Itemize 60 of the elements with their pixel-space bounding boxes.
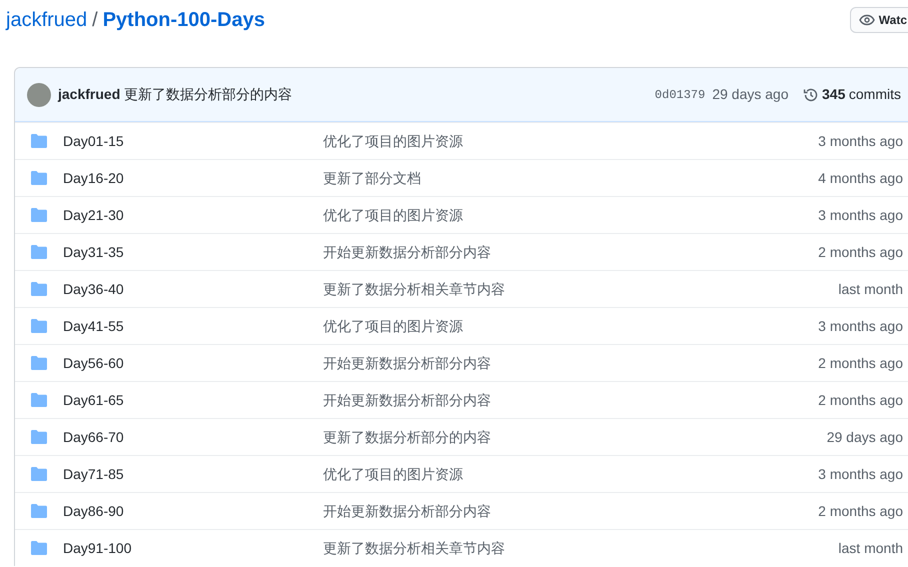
commit-message-link[interactable]: 更新了数据分析部分的内容 bbox=[124, 84, 292, 105]
folder-name-link[interactable]: Day86-90 bbox=[63, 500, 323, 522]
folder-name-link[interactable]: Day66-70 bbox=[63, 426, 323, 448]
folder-name-link[interactable]: Day91-100 bbox=[63, 538, 323, 558]
watch-button[interactable]: Watc bbox=[850, 7, 908, 33]
commit-age: 3 months ago bbox=[818, 206, 903, 225]
commit-age: 3 months ago bbox=[818, 132, 903, 151]
commit-message-link[interactable]: 开始更新数据分析部分内容 bbox=[323, 500, 491, 522]
folder-icon bbox=[31, 467, 47, 481]
commit-message-link[interactable]: 优化了项目的图片资源 bbox=[323, 204, 463, 226]
commit-age: 3 months ago bbox=[818, 464, 903, 484]
commit-message-link[interactable]: 更新了数据分析相关章节内容 bbox=[323, 538, 505, 558]
folder-name-link[interactable]: Day36-40 bbox=[63, 278, 323, 300]
commit-message-link[interactable]: 优化了项目的图片资源 bbox=[323, 130, 463, 152]
folder-name-link[interactable]: Day71-85 bbox=[63, 464, 323, 484]
folder-icon bbox=[31, 393, 47, 407]
folder-icon bbox=[31, 208, 47, 222]
commit-message-link[interactable]: 开始更新数据分析部分内容 bbox=[323, 242, 491, 262]
eye-icon bbox=[859, 12, 876, 28]
folder-icon bbox=[31, 356, 47, 370]
commits-count-link[interactable]: 345 commits bbox=[802, 84, 901, 105]
commit-author-link[interactable]: jackfrued bbox=[58, 84, 120, 105]
commit-age: 29 days ago bbox=[712, 85, 789, 104]
history-icon bbox=[802, 86, 819, 102]
folder-icon bbox=[31, 319, 47, 333]
commit-age: 2 months ago bbox=[818, 354, 903, 373]
folder-icon bbox=[31, 171, 47, 185]
commit-age: 2 months ago bbox=[818, 242, 903, 262]
commit-message-link[interactable]: 更新了部分文档 bbox=[323, 168, 421, 188]
commit-age: 4 months ago bbox=[818, 168, 903, 188]
folder-name-link[interactable]: Day41-55 bbox=[63, 316, 323, 336]
folder-name-link[interactable]: Day16-20 bbox=[63, 168, 323, 188]
folder-icon bbox=[31, 430, 47, 444]
commit-message-link[interactable]: 更新了数据分析部分的内容 bbox=[323, 426, 491, 448]
commit-age: 3 months ago bbox=[818, 316, 903, 336]
author-avatar[interactable] bbox=[27, 82, 51, 106]
commit-message-link[interactable]: 开始更新数据分析部分内容 bbox=[323, 390, 491, 410]
commit-message-link[interactable]: 更新了数据分析相关章节内容 bbox=[323, 278, 505, 300]
folder-icon bbox=[31, 245, 47, 259]
folder-name-link[interactable]: Day31-35 bbox=[63, 242, 323, 262]
folder-icon bbox=[31, 541, 47, 555]
commit-age: 29 days ago bbox=[826, 428, 903, 447]
repo-name-link[interactable]: Python-100-Days bbox=[102, 5, 265, 35]
commit-age: 2 months ago bbox=[818, 502, 903, 521]
folder-name-link[interactable]: Day61-65 bbox=[63, 390, 323, 410]
folder-name-link[interactable]: Day01-15 bbox=[63, 130, 323, 152]
path-separator: / bbox=[92, 8, 98, 33]
commit-message-link[interactable]: 优化了项目的图片资源 bbox=[323, 316, 463, 336]
folder-icon bbox=[31, 504, 47, 518]
commit-message-link[interactable]: 优化了项目的图片资源 bbox=[323, 464, 463, 484]
commit-message-link[interactable]: 开始更新数据分析部分内容 bbox=[323, 352, 491, 374]
commit-age: 2 months ago bbox=[818, 390, 903, 410]
folder-name-link[interactable]: Day56-60 bbox=[63, 352, 323, 374]
commit-sha-link[interactable]: 0d01379 bbox=[654, 86, 706, 104]
folder-icon bbox=[31, 134, 47, 148]
commit-age: last month bbox=[838, 538, 903, 558]
folder-name-link[interactable]: Day21-30 bbox=[63, 204, 323, 226]
repo-owner-link[interactable]: jackfrued bbox=[6, 5, 88, 35]
commit-age: last month bbox=[838, 280, 903, 298]
folder-icon bbox=[31, 282, 47, 296]
